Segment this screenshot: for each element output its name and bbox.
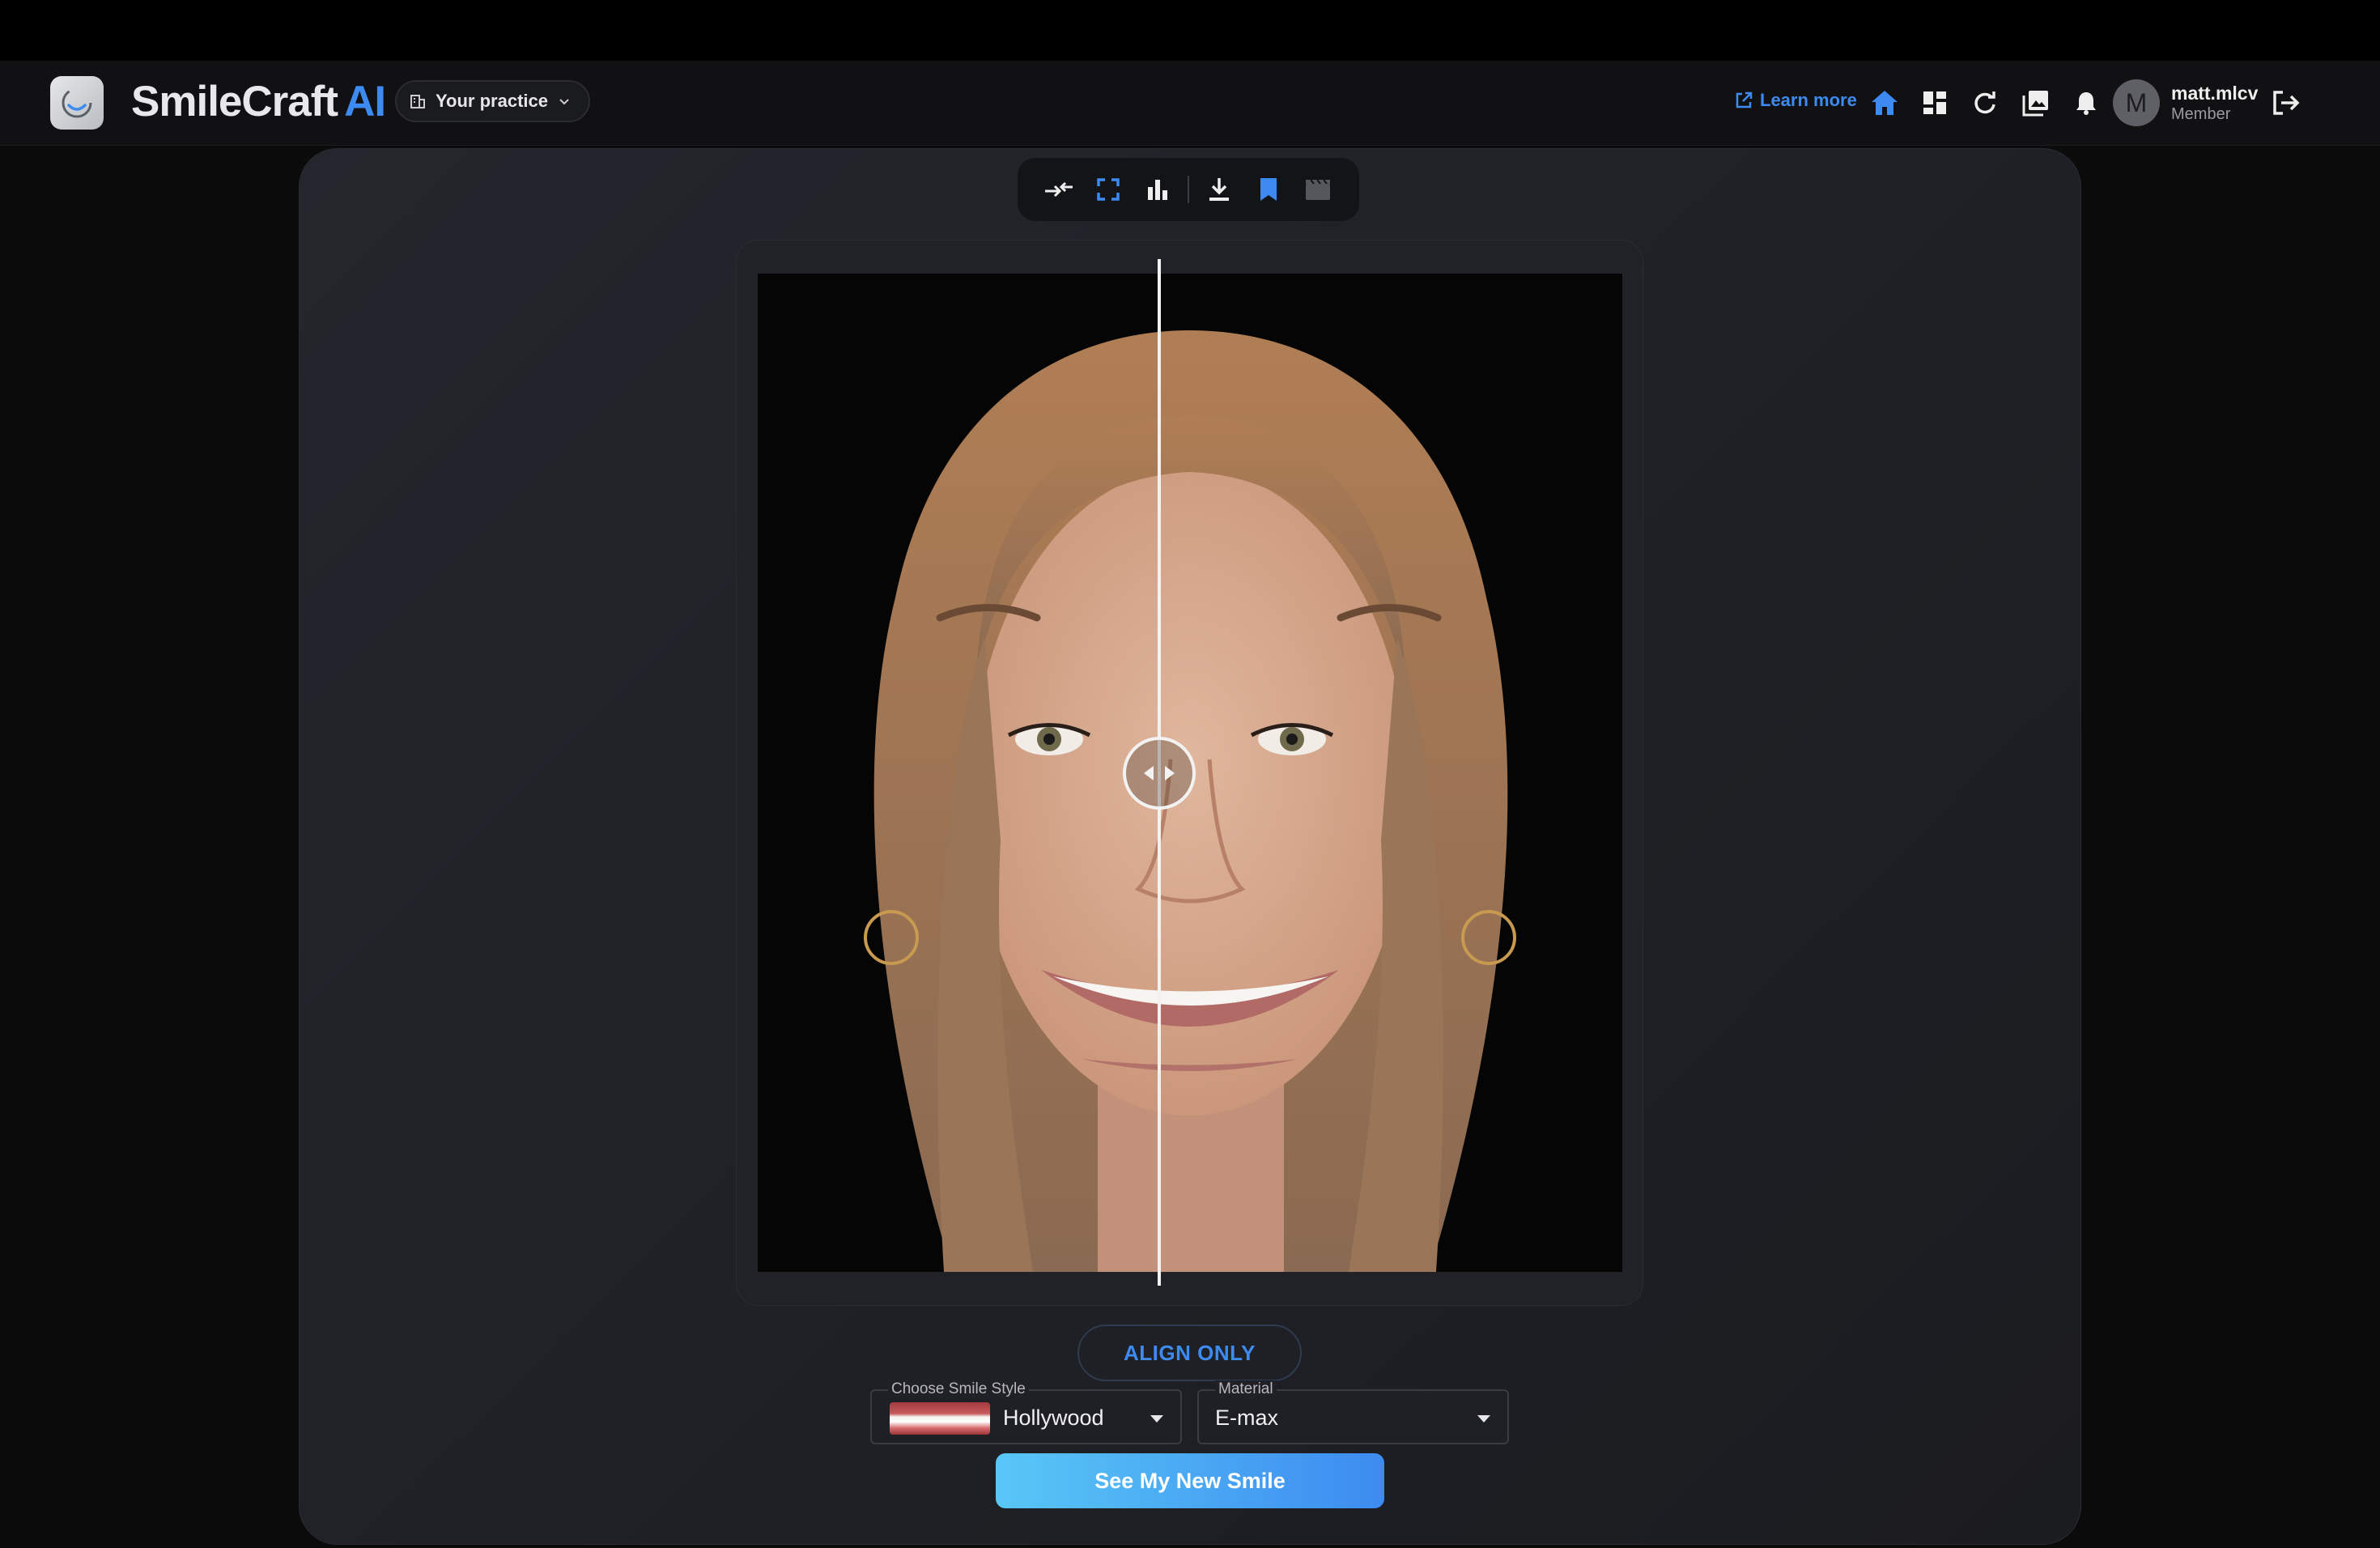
bell-icon[interactable] xyxy=(2070,87,2102,119)
brand-accent: AI xyxy=(344,78,386,125)
download-icon[interactable] xyxy=(1194,164,1243,215)
gallery-icon[interactable] xyxy=(2020,87,2052,119)
avatar-initial: M xyxy=(2125,87,2148,117)
caret-down-icon xyxy=(1477,1415,1490,1423)
app-logo[interactable] xyxy=(50,76,104,130)
external-link-icon xyxy=(1736,91,1753,108)
viewer-toolbar xyxy=(1018,158,1359,221)
align-only-button[interactable]: ALIGN ONLY xyxy=(1077,1325,1302,1381)
brand-name: SmileCraft AI xyxy=(131,77,386,126)
home-icon[interactable] xyxy=(1868,87,1901,119)
app-header: SmileCraft AI Your practice Learn more M … xyxy=(0,61,2380,146)
see-new-smile-button[interactable]: See My New Smile xyxy=(996,1453,1384,1508)
arrow-left-icon xyxy=(1144,766,1154,780)
practice-selector[interactable]: Your practice xyxy=(395,80,590,122)
chevron-down-icon xyxy=(559,99,569,105)
dashboard-icon[interactable] xyxy=(1919,87,1951,119)
brand-main: SmileCraft xyxy=(131,78,338,125)
toolbar-divider xyxy=(1188,176,1189,203)
smile-style-thumbnail xyxy=(890,1402,990,1435)
refresh-icon[interactable] xyxy=(1969,87,2001,119)
bookmark-icon[interactable] xyxy=(1243,164,1293,215)
practice-label: Your practice xyxy=(436,91,548,111)
fullscreen-icon[interactable] xyxy=(1083,164,1133,215)
smile-logo-icon xyxy=(62,87,92,118)
user-role: Member xyxy=(2171,105,2231,123)
material-value: E-max xyxy=(1215,1406,1279,1430)
compare-icon[interactable] xyxy=(1034,164,1083,215)
learn-more-label: Learn more xyxy=(1760,90,1857,110)
user-name: matt.mlcv xyxy=(2171,83,2259,104)
smile-style-select[interactable]: Choose Smile Style Hollywood xyxy=(870,1380,1182,1444)
split-handle[interactable] xyxy=(1123,737,1196,810)
building-icon xyxy=(410,95,425,108)
avatar[interactable]: M xyxy=(2113,79,2160,126)
learn-more-link[interactable]: Learn more xyxy=(1734,90,1857,111)
caret-down-icon xyxy=(1150,1415,1163,1423)
top-black-band xyxy=(0,0,2380,61)
material-label: Material xyxy=(1215,1380,1277,1398)
smile-style-value: Hollywood xyxy=(1003,1406,1104,1430)
arrow-right-icon xyxy=(1165,766,1175,780)
material-select[interactable]: Material E-max xyxy=(1197,1380,1509,1444)
smile-style-label: Choose Smile Style xyxy=(888,1380,1029,1398)
logout-icon[interactable] xyxy=(2270,87,2302,119)
bar-chart-icon[interactable] xyxy=(1133,164,1183,215)
video-icon[interactable] xyxy=(1294,164,1343,215)
